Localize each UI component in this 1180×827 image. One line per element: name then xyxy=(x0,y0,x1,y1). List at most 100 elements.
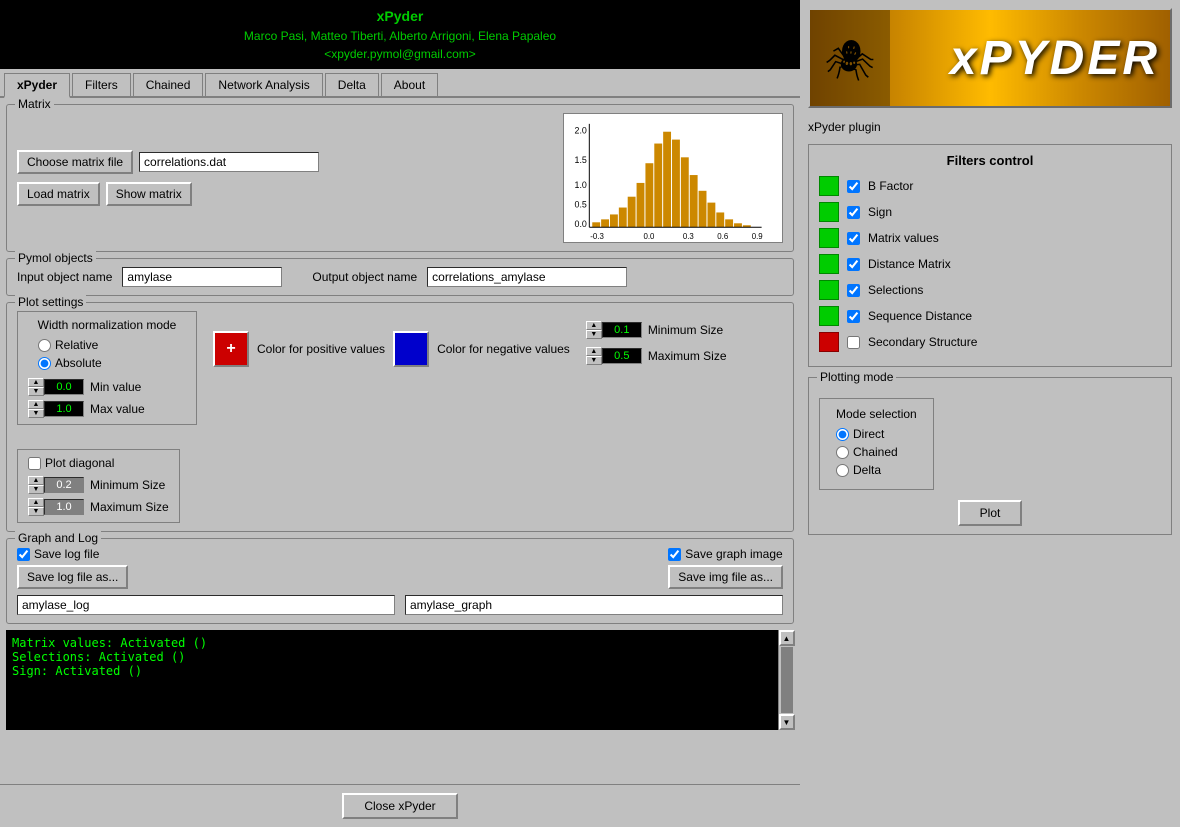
histogram-svg: 2.0 1.5 1.0 0.5 0.0 -0.3 0.0 0.3 0.6 0.9 xyxy=(564,114,782,242)
log-filename-input[interactable] xyxy=(17,595,395,615)
filter-checkbox-3[interactable] xyxy=(847,258,860,271)
tab-about[interactable]: About xyxy=(381,73,438,96)
max-val-down[interactable]: ▼ xyxy=(28,409,44,418)
filter-row-4: Selections xyxy=(819,280,1161,300)
plot-diag-label[interactable]: Plot diagonal xyxy=(28,456,169,470)
plot-btn[interactable]: Plot xyxy=(958,500,1023,526)
max-size-spinner[interactable]: ▲ ▼ xyxy=(586,347,642,365)
filter-checkbox-5[interactable] xyxy=(847,310,860,323)
diag-max-down[interactable]: ▼ xyxy=(28,507,44,516)
tab-delta[interactable]: Delta xyxy=(325,73,379,96)
size-spinners: ▲ ▼ Minimum Size ▲ ▼ xyxy=(586,311,727,365)
diag-min-up[interactable]: ▲ xyxy=(28,476,44,485)
max-size-up[interactable]: ▲ xyxy=(586,347,602,356)
filter-checkbox-0[interactable] xyxy=(847,180,860,193)
filter-label-2: Matrix values xyxy=(868,231,939,245)
min-max-spinners: ▲ ▼ Min value ▲ xyxy=(28,378,186,418)
diag-min-down[interactable]: ▼ xyxy=(28,485,44,494)
color-negative-btn[interactable] xyxy=(393,331,429,367)
load-matrix-btn[interactable]: Load matrix xyxy=(17,182,100,206)
save-img-label[interactable]: Save graph image xyxy=(668,547,783,561)
max-val-row: ▲ ▼ Max value xyxy=(28,400,186,418)
save-log-btn[interactable]: Save log file as... xyxy=(17,565,128,589)
color-pos-row: + Color for positive values Color for ne… xyxy=(213,331,570,367)
min-val-input[interactable] xyxy=(44,379,84,395)
diag-min-spinner[interactable]: ▲ ▼ xyxy=(28,476,84,494)
tab-chained[interactable]: Chained xyxy=(133,73,204,96)
diag-max-spinner[interactable]: ▲ ▼ xyxy=(28,498,84,516)
plot-settings-group: Plot settings Width normalization mode R… xyxy=(6,302,794,532)
filter-checkbox-2[interactable] xyxy=(847,232,860,245)
mode-label-1: Chained xyxy=(853,445,898,459)
max-val-up[interactable]: ▲ xyxy=(28,400,44,409)
output-obj-label: Output object name xyxy=(312,270,417,284)
max-size-input[interactable] xyxy=(602,348,642,364)
absolute-radio-label[interactable]: Absolute xyxy=(38,356,186,370)
max-val-input[interactable] xyxy=(44,401,84,417)
filter-checkbox-6[interactable] xyxy=(847,336,860,349)
close-xpyder-btn[interactable]: Close xPyder xyxy=(342,793,457,819)
choose-matrix-btn[interactable]: Choose matrix file xyxy=(17,150,133,174)
matrix-file-row: Choose matrix file xyxy=(17,150,553,174)
tab-network-analysis[interactable]: Network Analysis xyxy=(205,73,322,96)
output-object-field[interactable] xyxy=(427,267,627,287)
input-obj-label: Input object name xyxy=(17,270,112,284)
diag-min-input[interactable] xyxy=(44,477,84,493)
graph-log-group: Graph and Log Save log file Save log fil… xyxy=(6,538,794,624)
min-val-spinner[interactable]: ▲ ▼ xyxy=(28,378,84,396)
plot-diag-checkbox[interactable] xyxy=(28,457,41,470)
mode-radio-0[interactable] xyxy=(836,428,849,441)
filter-label-1: Sign xyxy=(868,205,892,219)
filter-row-1: Sign xyxy=(819,202,1161,222)
console-output: Matrix values: Activated () Selections: … xyxy=(6,630,778,730)
diag-max-input[interactable] xyxy=(44,499,84,515)
min-size-up[interactable]: ▲ xyxy=(586,321,602,330)
absolute-radio[interactable] xyxy=(38,357,51,370)
img-filename-input[interactable] xyxy=(405,595,783,615)
console-scrollbar[interactable]: ▲ ▼ xyxy=(778,630,794,730)
max-val-label: Max value xyxy=(90,402,145,416)
min-size-down[interactable]: ▼ xyxy=(586,330,602,339)
scroll-up-btn[interactable]: ▲ xyxy=(779,630,795,646)
min-val-up[interactable]: ▲ xyxy=(28,378,44,387)
save-img-checkbox[interactable] xyxy=(668,548,681,561)
mode-radio-1[interactable] xyxy=(836,446,849,459)
console-area: Matrix values: Activated () Selections: … xyxy=(6,630,794,730)
svg-text:0.0: 0.0 xyxy=(643,232,655,241)
tab-xpyder[interactable]: xPyder xyxy=(4,73,70,98)
save-img-col: Save graph image Save img file as... xyxy=(668,547,783,589)
relative-radio-label[interactable]: Relative xyxy=(38,338,186,352)
filter-row-2: Matrix values xyxy=(819,228,1161,248)
color-positive-btn[interactable]: + xyxy=(213,331,249,367)
filter-checkbox-4[interactable] xyxy=(847,284,860,297)
input-object-field[interactable] xyxy=(122,267,282,287)
app-header: xPyder Marco Pasi, Matteo Tiberti, Alber… xyxy=(0,0,800,69)
show-matrix-btn[interactable]: Show matrix xyxy=(106,182,192,206)
filter-checkbox-1[interactable] xyxy=(847,206,860,219)
svg-text:0.9: 0.9 xyxy=(752,232,763,241)
min-val-down[interactable]: ▼ xyxy=(28,387,44,396)
mode-radio-label-2[interactable]: Delta xyxy=(836,463,917,477)
save-log-btn-wrap: Save log file as... xyxy=(17,565,128,589)
scroll-track[interactable] xyxy=(781,647,793,713)
filter-color-5 xyxy=(819,306,839,326)
min-size-spinner[interactable]: ▲ ▼ xyxy=(586,321,642,339)
filter-label-0: B Factor xyxy=(868,179,913,193)
mode-radio-2[interactable] xyxy=(836,464,849,477)
max-size-down[interactable]: ▼ xyxy=(586,356,602,365)
matrix-file-input[interactable] xyxy=(139,152,319,172)
mode-radio-label-1[interactable]: Chained xyxy=(836,445,917,459)
mode-radio-label-0[interactable]: Direct xyxy=(836,427,917,441)
max-val-spinner[interactable]: ▲ ▼ xyxy=(28,400,84,418)
min-size-row: ▲ ▼ Minimum Size xyxy=(586,321,727,339)
diag-max-up[interactable]: ▲ xyxy=(28,498,44,507)
save-log-label[interactable]: Save log file xyxy=(17,547,128,561)
save-img-btn[interactable]: Save img file as... xyxy=(668,565,783,589)
scroll-down-btn[interactable]: ▼ xyxy=(779,714,795,730)
min-size-input[interactable] xyxy=(602,322,642,338)
bottom-bar: Close xPyder xyxy=(0,784,800,827)
relative-radio[interactable] xyxy=(38,339,51,352)
save-log-checkbox[interactable] xyxy=(17,548,30,561)
mode-label-2: Delta xyxy=(853,463,881,477)
tab-filters[interactable]: Filters xyxy=(72,73,131,96)
